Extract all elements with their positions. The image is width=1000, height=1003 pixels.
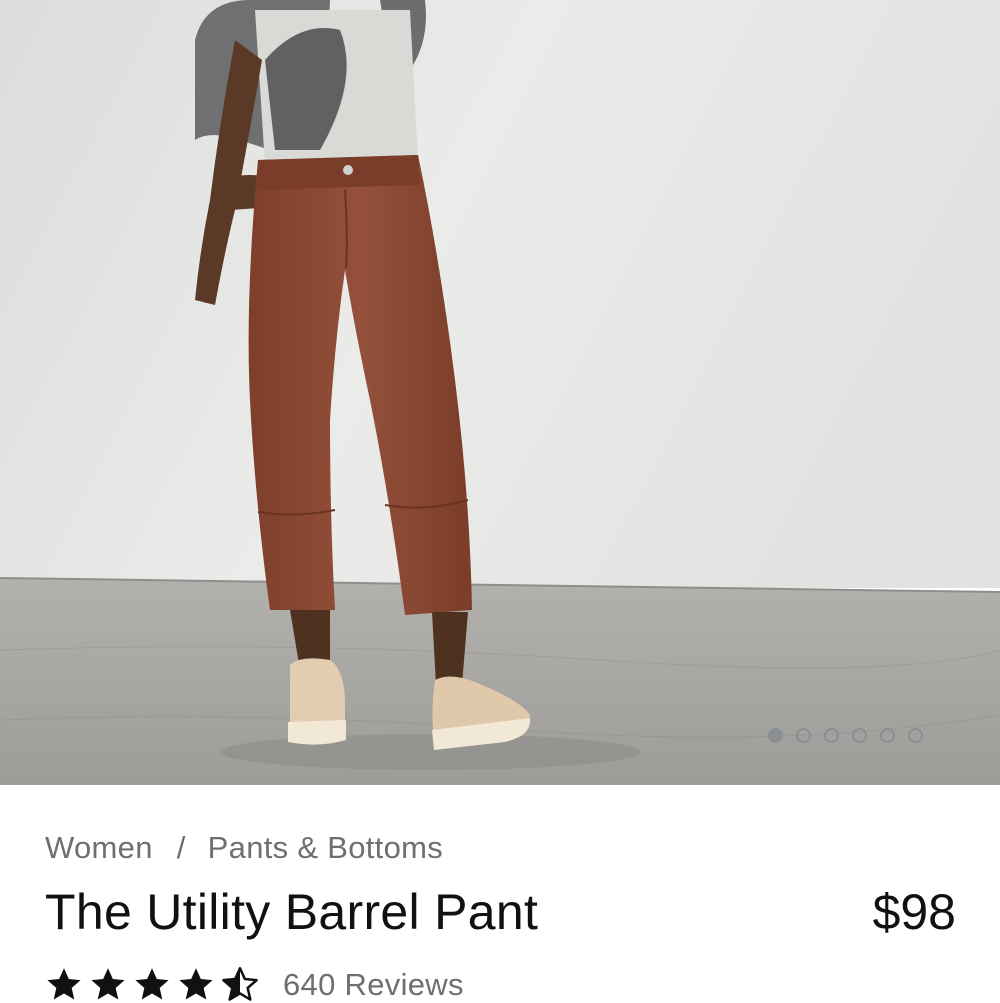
product-rating[interactable]: 640 Reviews	[45, 967, 464, 1003]
star-half-icon	[221, 967, 259, 1003]
star-full-icon	[45, 967, 83, 1003]
star-full-icon	[89, 967, 127, 1003]
carousel-dot-6[interactable]	[908, 728, 923, 743]
carousel-dot-2[interactable]	[796, 728, 811, 743]
product-info: Women / Pants & Bottoms The Utility Barr…	[0, 785, 1000, 1003]
carousel-dot-1[interactable]	[768, 728, 783, 743]
breadcrumb-separator: /	[176, 830, 186, 865]
star-rating	[45, 967, 259, 1003]
breadcrumb: Women / Pants & Bottoms	[45, 830, 443, 866]
image-carousel-dots	[768, 728, 923, 743]
breadcrumb-pants-bottoms[interactable]: Pants & Bottoms	[208, 830, 443, 866]
wall-backdrop	[0, 0, 1000, 588]
reviews-link[interactable]: 640 Reviews	[283, 967, 464, 1003]
star-full-icon	[177, 967, 215, 1003]
star-full-icon	[133, 967, 171, 1003]
product-title: The Utility Barrel Pant	[45, 884, 539, 940]
carousel-dot-4[interactable]	[852, 728, 867, 743]
product-price: $98	[872, 884, 956, 940]
carousel-dot-3[interactable]	[824, 728, 839, 743]
carousel-dot-5[interactable]	[880, 728, 895, 743]
breadcrumb-women[interactable]: Women	[45, 830, 153, 866]
product-image[interactable]	[0, 0, 1000, 785]
product-photo	[0, 0, 1000, 785]
